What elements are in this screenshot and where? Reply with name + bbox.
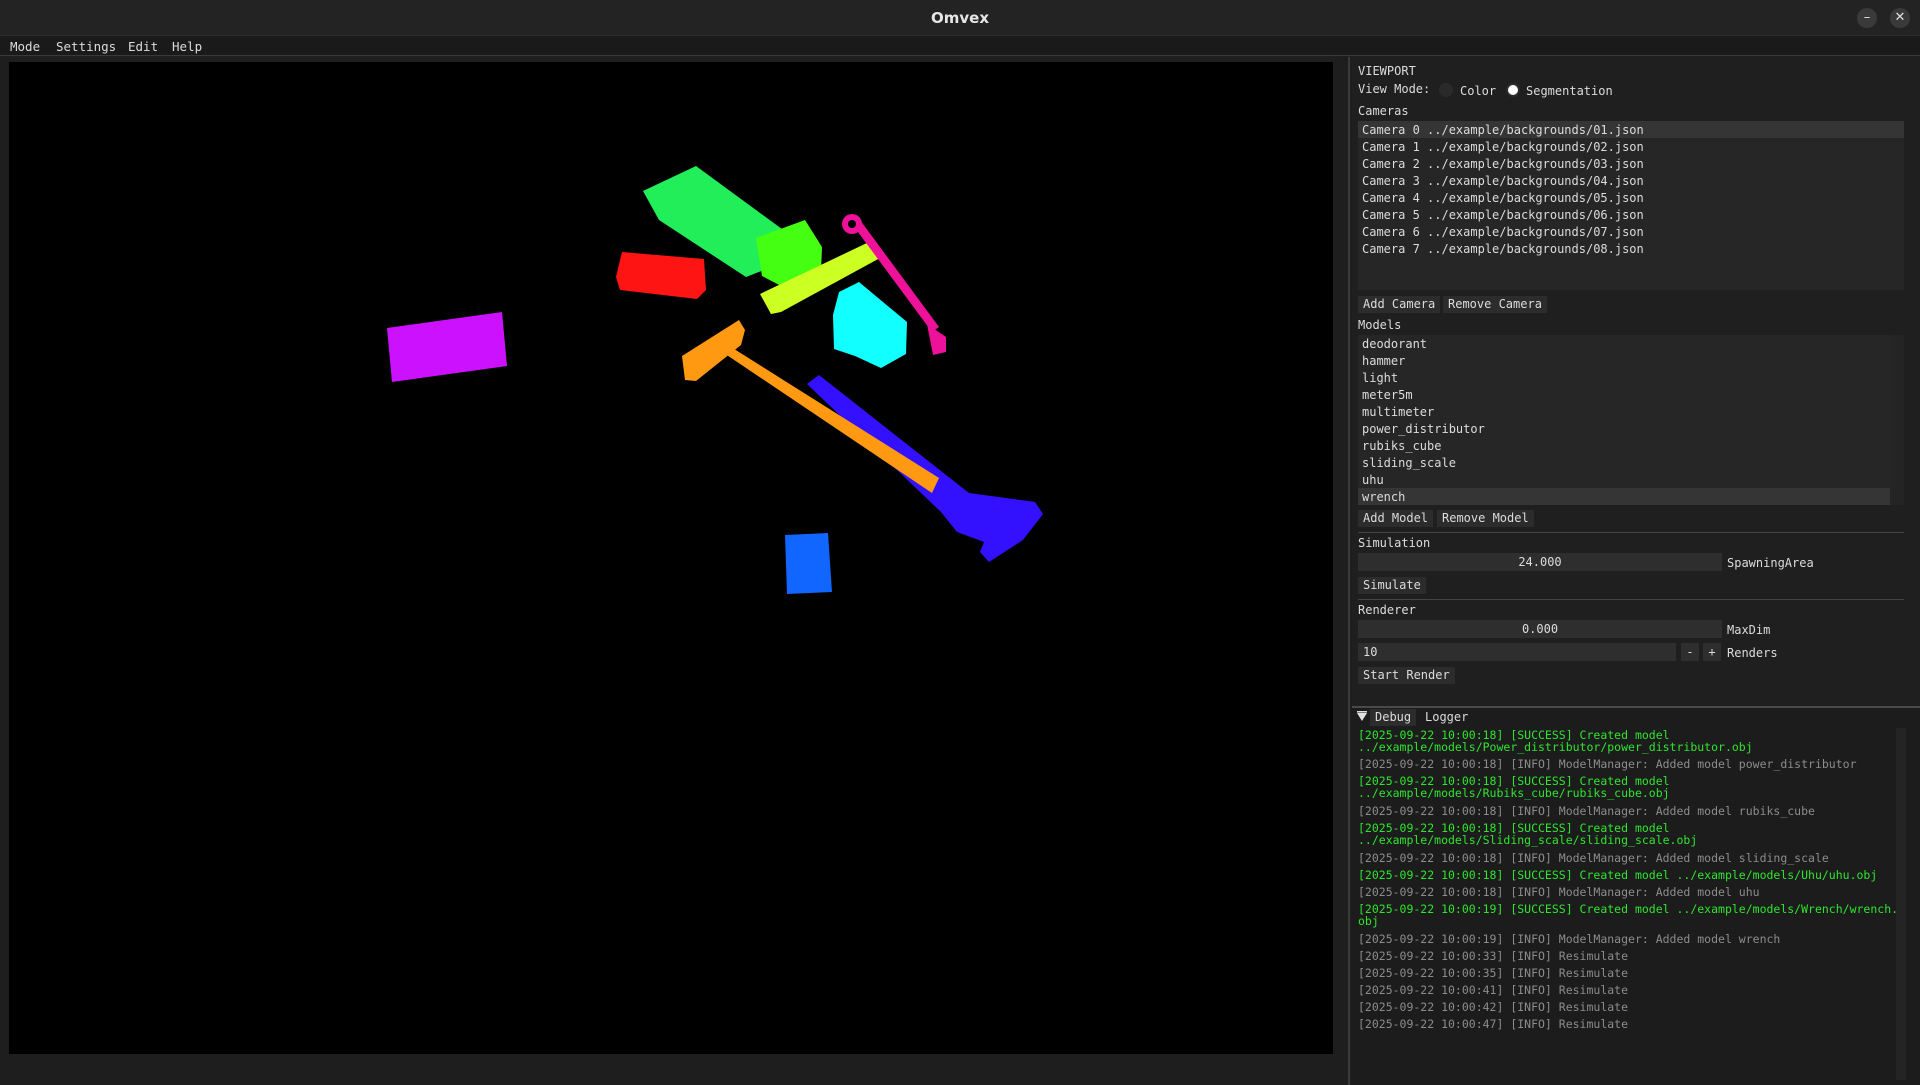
log-line: [2025-09-22 10:00:18] [INFO] ModelManage…: [1358, 851, 1829, 865]
model-list[interactable]: deodorant hammer light meter5m multimete…: [1358, 335, 1904, 505]
camera-item[interactable]: Camera 4 ../example/backgrounds/05.json: [1362, 191, 1644, 205]
model-item[interactable]: sliding_scale: [1362, 456, 1456, 470]
model-item[interactable]: deodorant: [1362, 337, 1427, 351]
camera-item[interactable]: Camera 6 ../example/backgrounds/07.json: [1362, 225, 1644, 239]
start-render-button[interactable]: Start Render: [1358, 667, 1455, 684]
camera-item[interactable]: Camera 0 ../example/backgrounds/01.json: [1362, 123, 1644, 137]
log-line: [2025-09-22 10:00:19] [SUCCESS] Created …: [1358, 902, 1899, 916]
renderer-heading: Renderer: [1358, 603, 1416, 617]
view-mode-label: View Mode:: [1358, 82, 1431, 96]
log-line: [2025-09-22 10:00:18] [INFO] ModelManage…: [1358, 885, 1760, 899]
scene-object-blue-cube: [785, 533, 832, 594]
add-model-button[interactable]: Add Model: [1358, 510, 1434, 527]
log-line: ../example/models/Sliding_scale/sliding_…: [1358, 833, 1698, 847]
log-line: [2025-09-22 10:00:35] [INFO] Resimulate: [1358, 966, 1629, 980]
menu-bar: Mode Settings Edit Help: [0, 36, 1920, 56]
view-mode-segmentation-radio[interactable]: [1506, 83, 1520, 97]
log-line: [2025-09-22 10:00:42] [INFO] Resimulate: [1358, 1000, 1629, 1014]
menu-mode[interactable]: Mode: [10, 39, 40, 54]
separator: [1358, 532, 1904, 533]
log-line: ../example/models/Power_distributor/powe…: [1358, 740, 1753, 754]
camera-item[interactable]: Camera 2 ../example/backgrounds/03.json: [1362, 157, 1644, 171]
tab-logger[interactable]: Logger: [1420, 709, 1473, 726]
camera-item[interactable]: Camera 3 ../example/backgrounds/04.json: [1362, 174, 1644, 188]
cameras-label: Cameras: [1358, 104, 1409, 118]
log-line: [2025-09-22 10:00:18] [INFO] ModelManage…: [1358, 757, 1857, 771]
log-line: [2025-09-22 10:00:33] [INFO] Resimulate: [1358, 949, 1629, 963]
menu-help[interactable]: Help: [172, 39, 202, 54]
window-title: Omvex: [930, 9, 989, 27]
camera-list[interactable]: Camera 0 ../example/backgrounds/01.json …: [1358, 121, 1904, 290]
scene-object-cyan: [833, 282, 907, 368]
separator: [1358, 599, 1904, 600]
model-item[interactable]: wrench: [1362, 490, 1405, 504]
model-item[interactable]: light: [1362, 371, 1398, 385]
camera-item[interactable]: Camera 1 ../example/backgrounds/02.json: [1362, 140, 1644, 154]
renders-label: Renders: [1727, 646, 1778, 660]
renders-decrement-button[interactable]: -: [1681, 643, 1699, 661]
model-item[interactable]: power_distributor: [1362, 422, 1485, 436]
view-mode-color-radio[interactable]: [1439, 83, 1453, 97]
tab-debug[interactable]: Debug: [1370, 709, 1417, 726]
log-line: [2025-09-22 10:00:19] [INFO] ModelManage…: [1358, 932, 1781, 946]
remove-camera-button[interactable]: Remove Camera: [1443, 296, 1547, 313]
camera-item[interactable]: Camera 7 ../example/backgrounds/08.json: [1362, 242, 1644, 256]
simulation-heading: Simulation: [1358, 536, 1431, 550]
simulate-button[interactable]: Simulate: [1358, 577, 1426, 594]
scene-object-blue-scale: [807, 375, 1043, 562]
model-item[interactable]: uhu: [1362, 473, 1384, 487]
menu-settings[interactable]: Settings: [56, 39, 116, 54]
remove-model-button[interactable]: Remove Model: [1437, 510, 1534, 527]
render-viewport[interactable]: [9, 62, 1333, 1054]
scene-object-red: [616, 252, 706, 299]
segmentation-scene: [387, 166, 1043, 594]
title-bar: Omvex – ✕: [0, 0, 1920, 36]
log-line: [2025-09-22 10:00:41] [INFO] Resimulate: [1358, 983, 1629, 997]
scene-object-purple: [387, 312, 507, 382]
view-mode-segmentation-label[interactable]: Segmentation: [1526, 84, 1613, 98]
log-line: ../example/models/Rubiks_cube/rubiks_cub…: [1358, 786, 1670, 800]
maxdim-input[interactable]: 0.000: [1358, 620, 1722, 638]
models-label: Models: [1358, 318, 1402, 332]
model-item[interactable]: hammer: [1362, 354, 1405, 368]
minimize-icon[interactable]: –: [1857, 8, 1877, 28]
log-line: [2025-09-22 10:00:18] [SUCCESS] Created …: [1358, 868, 1878, 882]
view-mode-color-label[interactable]: Color: [1460, 84, 1496, 98]
add-camera-button[interactable]: Add Camera: [1358, 296, 1441, 313]
renders-input[interactable]: 10: [1358, 643, 1676, 661]
maxdim-label: MaxDim: [1727, 623, 1771, 637]
model-item[interactable]: rubiks_cube: [1362, 439, 1441, 453]
spawning-area-label: SpawningArea: [1727, 556, 1814, 570]
spawning-area-input[interactable]: 24.000: [1358, 553, 1722, 571]
log-line: [2025-09-22 10:00:18] [INFO] ModelManage…: [1358, 804, 1815, 818]
model-item[interactable]: multimeter: [1362, 405, 1434, 419]
renders-increment-button[interactable]: +: [1703, 643, 1721, 661]
log-line: obj: [1358, 914, 1379, 928]
viewport-heading: VIEWPORT: [1358, 64, 1416, 78]
collapse-triangle-icon[interactable]: [1356, 711, 1368, 723]
model-list-scrollbar[interactable]: [1892, 335, 1904, 505]
camera-item[interactable]: Camera 5 ../example/backgrounds/06.json: [1362, 208, 1644, 222]
menu-edit[interactable]: Edit: [128, 39, 158, 54]
model-selected-highlight: [1358, 488, 1890, 505]
log-line: [2025-09-22 10:00:47] [INFO] Resimulate: [1358, 1017, 1629, 1031]
close-icon[interactable]: ✕: [1890, 8, 1910, 28]
model-item[interactable]: meter5m: [1362, 388, 1413, 402]
